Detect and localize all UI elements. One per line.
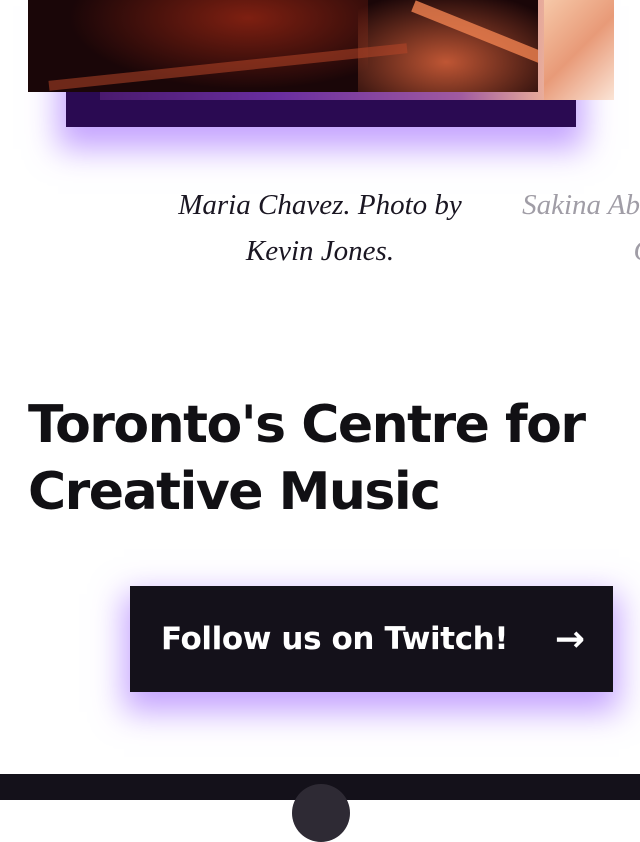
arrow-right-icon: → [554,618,585,660]
page-heading: Toronto's Centre for Creative Music [28,395,586,522]
next-photo-caption: Sakina Abdou. Photo by Gree [522,189,640,267]
footer-bar [0,774,640,842]
photo-carousel: Maria Chavez. Photo by Kevin Jones. Saki… [0,0,640,300]
photo-caption: Maria Chavez. Photo by Kevin Jones. [178,189,462,267]
follow-twitch-button[interactable]: Follow us on Twitch! → [130,586,613,692]
scroll-handle[interactable] [292,784,350,842]
follow-twitch-label: Follow us on Twitch! [161,621,509,657]
current-photo [28,0,538,92]
